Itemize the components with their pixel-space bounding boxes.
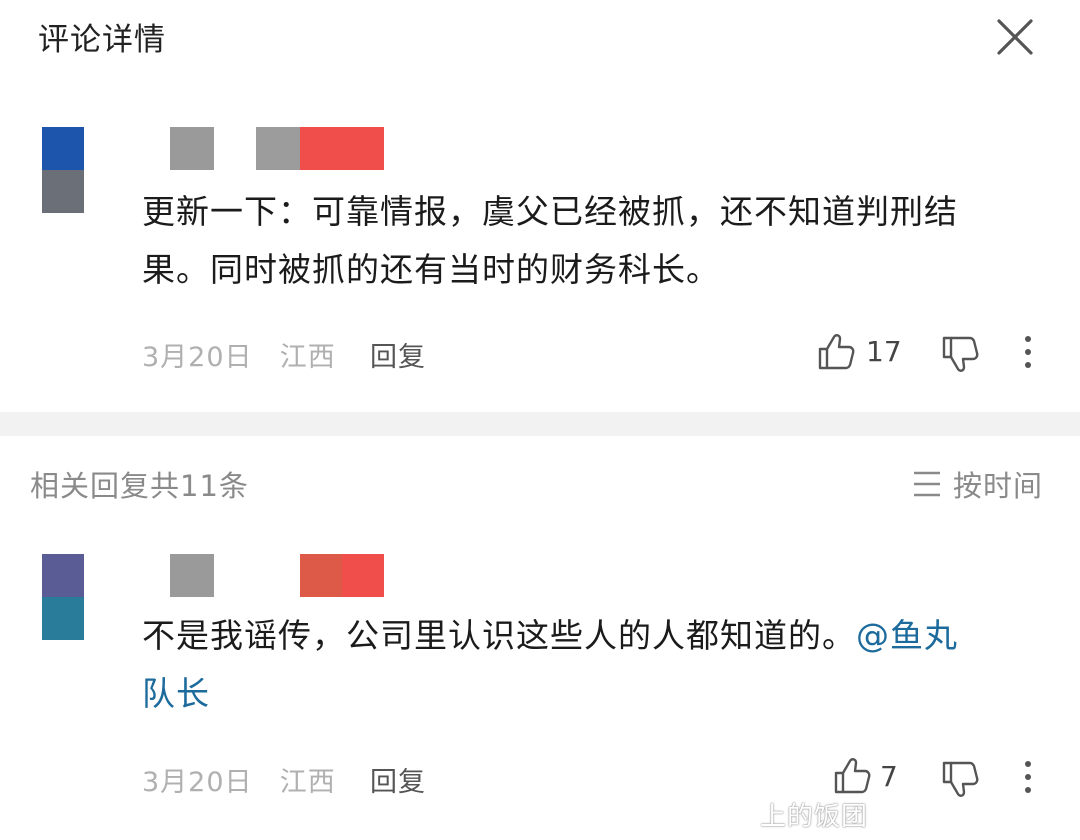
comment-date: 3月20日 — [142, 342, 253, 373]
avatar[interactable] — [42, 127, 84, 213]
header: 评论详情 — [0, 0, 1080, 80]
sort-label: 按时间 — [953, 469, 1044, 503]
more-button[interactable] — [1018, 334, 1038, 374]
replies-count-label: 相关回复共11条 — [30, 469, 249, 503]
thumbs-down-icon — [942, 336, 979, 372]
thumbs-down-icon — [942, 761, 979, 797]
reply-button[interactable]: 回复 — [370, 760, 426, 799]
dislike-button[interactable] — [940, 759, 980, 803]
sort-icon — [914, 471, 940, 497]
comment-content: 更新一下：可靠情报，虞父已经被抓，还不知道判刑结 果。同时被抓的还有当时的财务科… — [142, 183, 1052, 299]
comment-line: 队长 — [142, 665, 1052, 723]
dislike-button[interactable] — [940, 334, 980, 378]
comment-text: 不是我谣传，公司里认识这些人的人都知道的。 — [142, 616, 856, 655]
comment-line: 更新一下：可靠情报，虞父已经被抓，还不知道判刑结 — [142, 192, 958, 231]
close-button[interactable] — [990, 12, 1040, 62]
page-title: 评论详情 — [38, 22, 166, 58]
comment-meta: 3月20日 江西 — [142, 760, 336, 799]
section-divider — [0, 412, 1080, 436]
mention-link[interactable]: @鱼丸 — [856, 616, 958, 655]
comment-line: 不是我谣传，公司里认识这些人的人都知道的。@鱼丸 — [142, 607, 1052, 665]
more-button[interactable] — [1018, 759, 1038, 799]
more-icon — [1025, 761, 1031, 793]
like-count: 7 — [880, 760, 898, 793]
comment-content: 不是我谣传，公司里认识这些人的人都知道的。@鱼丸 队长 — [142, 607, 1052, 723]
avatar[interactable] — [42, 554, 84, 640]
like-button[interactable] — [816, 332, 856, 376]
comment-date: 3月20日 — [142, 767, 253, 798]
thumbs-up-icon — [834, 758, 871, 794]
comment-line: 果。同时被抓的还有当时的财务科长。 — [142, 250, 720, 289]
comment-location: 江西 — [279, 342, 336, 373]
mention-link[interactable]: 队长 — [142, 674, 210, 713]
more-icon — [1025, 336, 1031, 368]
like-count: 17 — [866, 335, 902, 368]
thumbs-up-icon — [818, 334, 855, 370]
reply-button[interactable]: 回复 — [370, 335, 426, 374]
comment-meta: 3月20日 江西 — [142, 335, 336, 374]
close-icon — [997, 19, 1033, 55]
like-button[interactable] — [832, 756, 872, 800]
watermark: 上的饭团 — [760, 802, 869, 832]
comment-location: 江西 — [279, 767, 336, 798]
